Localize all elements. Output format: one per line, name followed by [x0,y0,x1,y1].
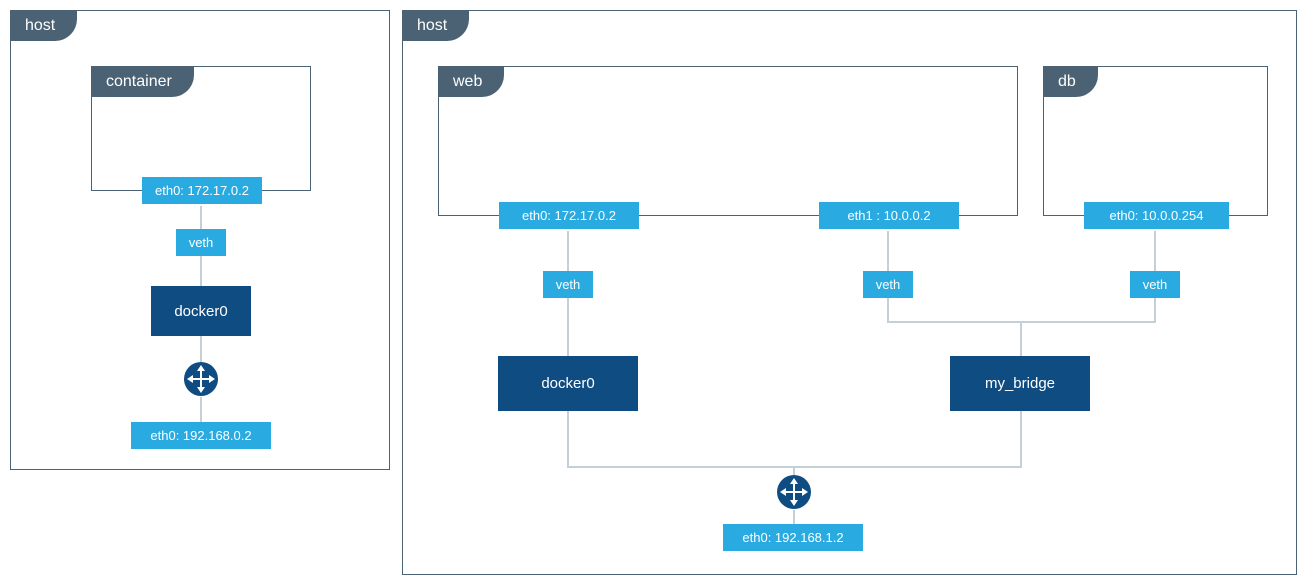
db-container-tab: db [1044,67,1098,97]
conn-line [887,231,889,271]
bridge-my-bridge: my_bridge [950,356,1090,411]
conn-line [793,510,795,524]
conn-line [567,411,569,466]
veth-2: veth [863,271,913,298]
conn-line [1154,298,1156,321]
left-container-tab: container [92,67,194,97]
web-eth1: eth1 : 10.0.0.2 [819,202,959,229]
bridge-docker0: docker0 [498,356,638,411]
conn-line [200,397,202,422]
left-host-eth0: eth0: 192.168.0.2 [131,422,271,449]
left-bridge-docker0: docker0 [151,286,251,336]
veth-3: veth [1130,271,1180,298]
conn-line [1020,411,1022,466]
conn-line [887,298,889,321]
web-eth0: eth0: 172.17.0.2 [499,202,639,229]
right-host-eth0: eth0: 192.168.1.2 [723,524,863,551]
right-host-tab: host [403,11,469,41]
web-container-tab: web [439,67,504,97]
db-container-panel: db eth0: 10.0.0.254 [1043,66,1268,216]
conn-line [567,231,569,271]
router-icon [776,474,812,510]
db-eth0: eth0: 10.0.0.254 [1084,202,1229,229]
right-host-panel: host web eth0: 172.17.0.2 eth1 : 10.0.0.… [402,10,1297,575]
router-icon [183,361,219,397]
conn-line [200,206,202,229]
conn-line [200,336,202,363]
left-veth: veth [176,229,226,256]
conn-line [567,298,569,356]
left-container-eth0: eth0: 172.17.0.2 [142,177,262,204]
left-container-panel: container eth0: 172.17.0.2 [91,66,311,191]
veth-1: veth [543,271,593,298]
conn-line [1020,321,1022,356]
left-host-panel: host container eth0: 172.17.0.2 veth doc… [10,10,390,470]
web-container-panel: web eth0: 172.17.0.2 eth1 : 10.0.0.2 [438,66,1018,216]
conn-line [1154,231,1156,271]
left-host-tab: host [11,11,77,41]
conn-line [200,256,202,286]
